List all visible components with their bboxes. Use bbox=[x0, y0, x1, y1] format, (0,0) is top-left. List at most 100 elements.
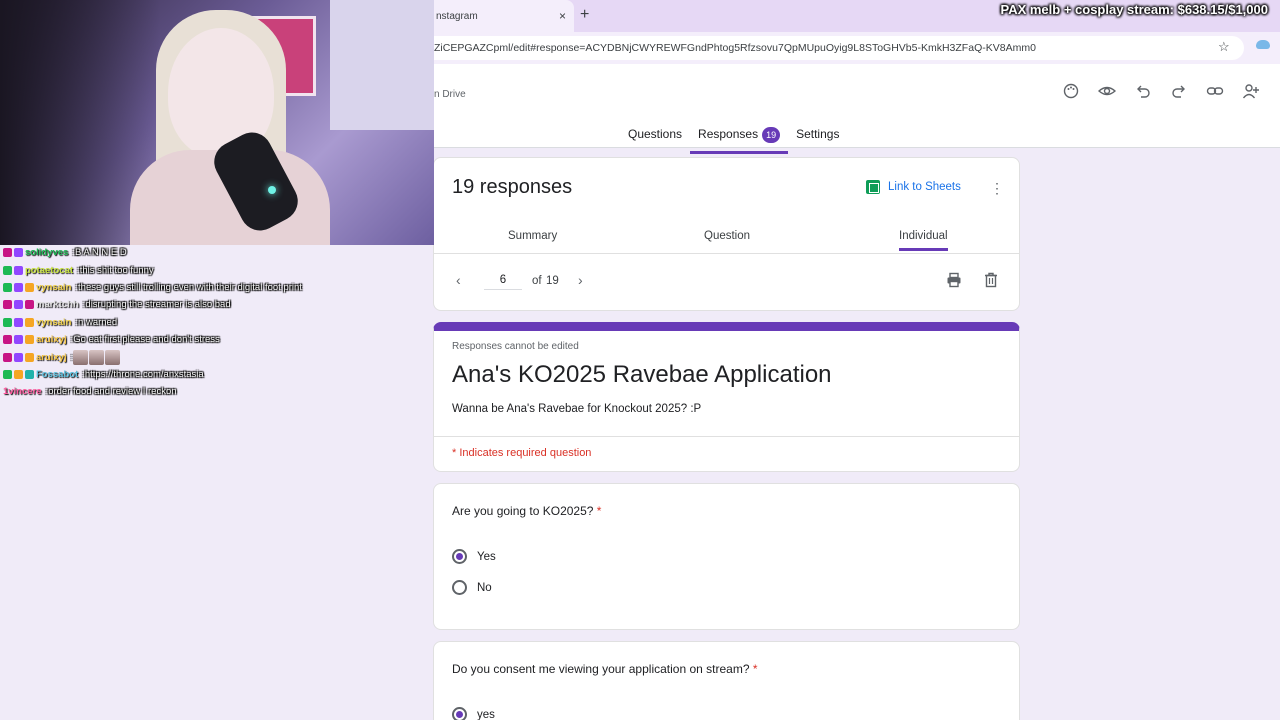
divider bbox=[434, 436, 1019, 437]
chat-badge-icon bbox=[3, 317, 12, 327]
chat-message: aruixyj: Go eat first please and don't s… bbox=[0, 331, 434, 348]
response-number-input[interactable]: 6 bbox=[484, 274, 522, 290]
chat-text: these guys still trolling even with thei… bbox=[78, 281, 302, 293]
next-response-icon[interactable]: › bbox=[578, 272, 583, 288]
tab-title: nstagram bbox=[436, 10, 478, 22]
radio-option-no[interactable]: No bbox=[452, 580, 492, 595]
chat-username: vynsain bbox=[36, 281, 72, 293]
chat-username: aruixyj bbox=[36, 351, 67, 363]
webcam-window-light bbox=[330, 0, 434, 130]
browser-tab[interactable]: nstagram × bbox=[432, 0, 574, 32]
print-icon[interactable] bbox=[946, 272, 962, 292]
chat-badge-icon bbox=[25, 335, 34, 345]
response-view-tabs: Summary Question Individual bbox=[434, 220, 1019, 254]
chat-badge-icon bbox=[25, 369, 34, 379]
emote-icon bbox=[73, 349, 89, 365]
tab-individual[interactable]: Individual bbox=[899, 230, 948, 251]
add-person-icon[interactable] bbox=[1240, 80, 1262, 102]
form-title-card: Responses cannot be edited Ana's KO2025 … bbox=[433, 322, 1020, 472]
link-icon[interactable] bbox=[1204, 80, 1226, 102]
url-field[interactable]: ZiCEPGAZCpml/edit#response=ACYDBNjCWYREW… bbox=[432, 36, 1244, 60]
eye-icon[interactable] bbox=[1096, 80, 1118, 102]
radio-selected-icon[interactable] bbox=[452, 549, 467, 564]
stream-chat: solidyves: B A N N E Dpotaetocat: this s… bbox=[0, 244, 434, 401]
close-tab-icon[interactable]: × bbox=[559, 9, 566, 23]
question-card: Are you going to KO2025? * Yes No bbox=[433, 483, 1020, 630]
chat-badge-icon bbox=[3, 369, 12, 379]
chat-message: Fossabot: https://throne.com/anxstasia bbox=[0, 366, 434, 383]
chat-badge-icon bbox=[3, 300, 12, 310]
radio-option-yes[interactable]: Yes bbox=[452, 549, 496, 564]
chat-badge-icon bbox=[14, 265, 23, 275]
link-to-sheets-button[interactable]: Link to Sheets bbox=[866, 180, 961, 194]
chat-text: order food and review I reckon bbox=[48, 386, 177, 398]
tab-settings[interactable]: Settings bbox=[788, 122, 847, 154]
delete-icon[interactable] bbox=[984, 272, 998, 291]
chat-badge-icon bbox=[3, 248, 12, 258]
tab-responses[interactable]: Responses 19 bbox=[690, 122, 789, 154]
radio-unselected-icon[interactable] bbox=[452, 580, 467, 595]
sheets-icon bbox=[866, 180, 880, 194]
tab-summary[interactable]: Summary bbox=[508, 230, 557, 242]
chat-badge-icon bbox=[25, 282, 34, 292]
chat-message: 1vincere: order food and review I reckon bbox=[0, 383, 434, 400]
tab-questions[interactable]: Questions bbox=[620, 122, 690, 154]
chat-message: vynsain: n warned bbox=[0, 314, 434, 331]
header-icons bbox=[1060, 80, 1262, 102]
new-tab-icon[interactable]: + bbox=[580, 6, 589, 24]
previous-response-icon[interactable]: ‹ bbox=[456, 272, 461, 288]
webcam-overlay bbox=[0, 0, 434, 245]
radio-option-yes[interactable]: yes bbox=[452, 707, 495, 720]
chat-message: potaetocat: this shit too funny bbox=[0, 261, 434, 278]
chat-text: n warned bbox=[78, 316, 118, 328]
forms-nav-tabs: Questions Responses 19 Settings bbox=[620, 122, 847, 154]
chat-badge-icon bbox=[14, 248, 23, 258]
responses-locked-note: Responses cannot be edited bbox=[452, 341, 579, 352]
undo-icon[interactable] bbox=[1132, 80, 1154, 102]
chat-username: aruixyj bbox=[36, 334, 67, 346]
chat-badge-icon bbox=[14, 282, 23, 292]
chat-message: marktchh: disrupting the streamer is als… bbox=[0, 296, 434, 313]
response-pager: ‹ 6 of 19 › bbox=[434, 266, 1019, 306]
drive-label[interactable]: n Drive bbox=[434, 89, 466, 100]
responses-count-badge: 19 bbox=[762, 127, 781, 143]
cloud-icon[interactable] bbox=[1256, 40, 1270, 49]
pager-of-label: of bbox=[532, 275, 542, 287]
form-title: Ana's KO2025 Ravebae Application bbox=[452, 361, 832, 388]
emote-icon bbox=[105, 349, 121, 365]
bookmark-star-icon[interactable]: ☆ bbox=[1218, 39, 1230, 55]
chat-message: solidyves: B A N N E D bbox=[0, 244, 434, 261]
form-description: Wanna be Ana's Ravebae for Knockout 2025… bbox=[452, 403, 702, 415]
chat-badge-icon bbox=[3, 352, 12, 362]
chat-badge-icon bbox=[3, 265, 12, 275]
pager-total: 19 bbox=[546, 275, 559, 287]
question-text: Are you going to KO2025? * bbox=[452, 504, 602, 518]
chat-message: aruixyj: bbox=[0, 348, 434, 365]
chat-username: marktchh bbox=[36, 299, 79, 311]
required-note: * Indicates required question bbox=[452, 447, 592, 459]
chat-badge-icon bbox=[25, 352, 34, 362]
chat-text: this shit too funny bbox=[79, 264, 154, 276]
chat-text: disrupting the streamer is also bad bbox=[85, 299, 231, 311]
chat-username: vynsain bbox=[36, 316, 72, 328]
chat-emotes bbox=[73, 349, 121, 365]
chat-username: solidyves bbox=[25, 247, 69, 259]
chat-badge-icon bbox=[14, 300, 23, 310]
mic-light bbox=[268, 186, 276, 194]
chat-badge-icon bbox=[3, 282, 12, 292]
radio-selected-icon[interactable] bbox=[452, 707, 467, 720]
required-asterisk: * bbox=[752, 662, 758, 676]
chat-text: https://throne.com/anxstasia bbox=[84, 368, 204, 380]
more-options-icon[interactable]: ⋮ bbox=[990, 180, 1004, 197]
chat-badge-icon bbox=[14, 317, 23, 327]
question-text: Do you consent me viewing your applicati… bbox=[452, 662, 758, 676]
chat-badge-icon bbox=[25, 317, 34, 327]
chat-username: 1vincere bbox=[3, 386, 42, 398]
emote-icon bbox=[89, 349, 105, 365]
responses-card: 19 responses Link to Sheets ⋮ Summary Qu… bbox=[433, 157, 1020, 311]
chat-username: Fossabot bbox=[36, 368, 79, 380]
palette-icon[interactable] bbox=[1060, 80, 1082, 102]
redo-icon[interactable] bbox=[1168, 80, 1190, 102]
chat-username: potaetocat bbox=[25, 264, 74, 276]
tab-question[interactable]: Question bbox=[704, 230, 750, 242]
